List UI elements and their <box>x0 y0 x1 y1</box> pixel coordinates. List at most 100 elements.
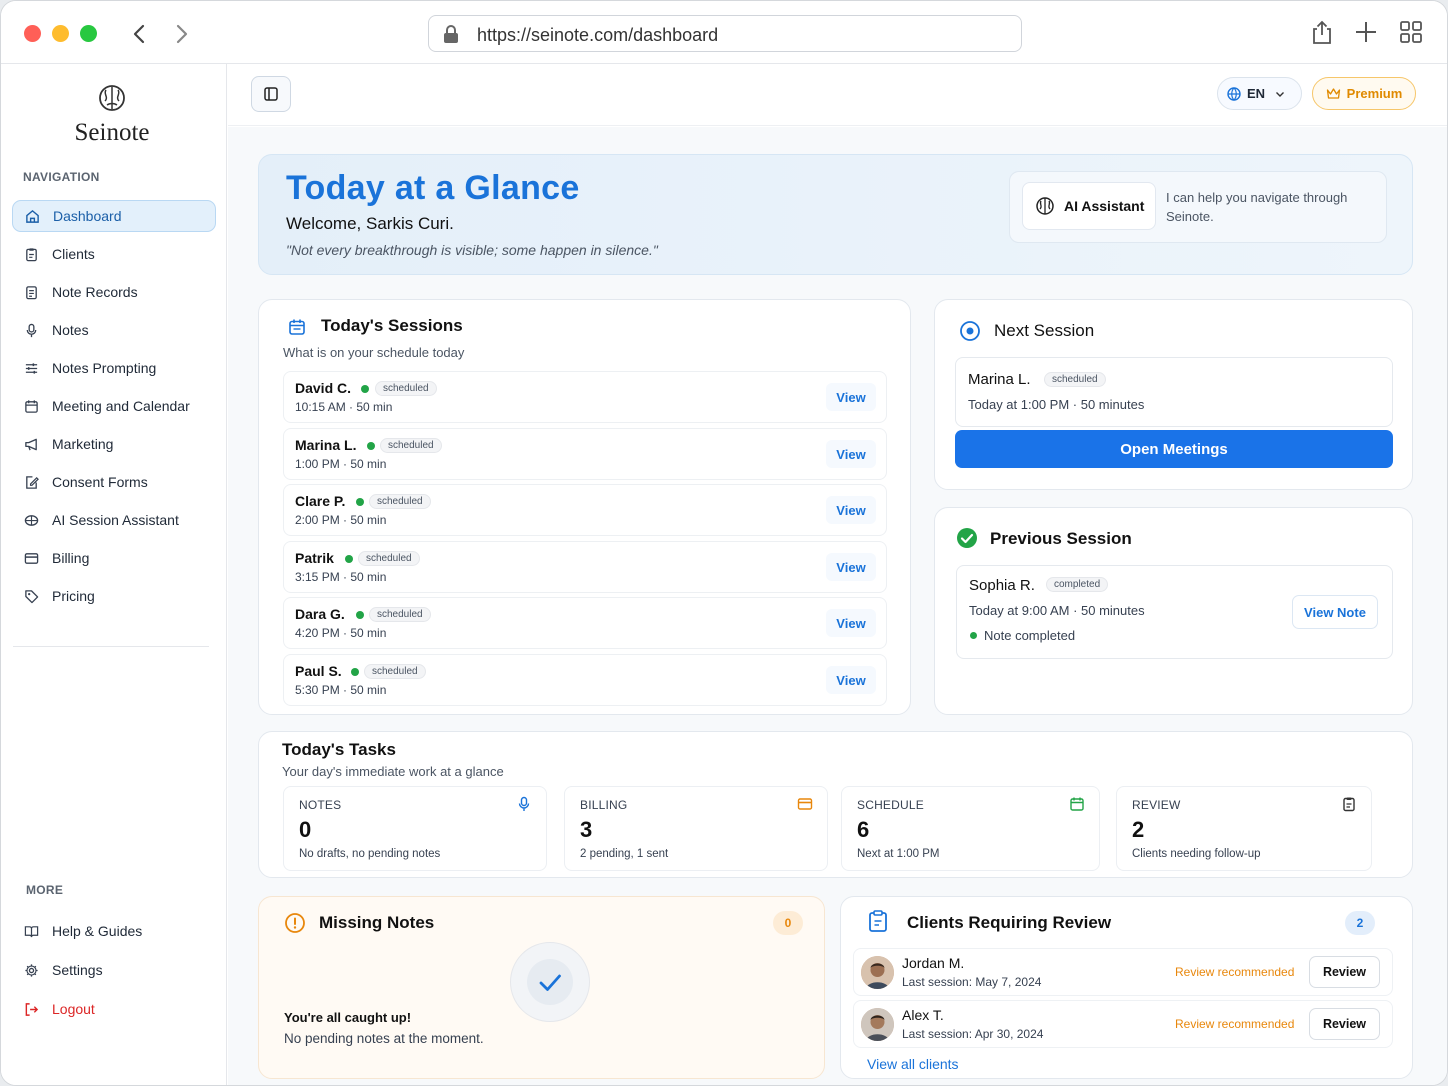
avatar <box>861 1008 894 1041</box>
sidebar-item-meeting-and-calendar[interactable]: Meeting and Calendar <box>12 390 216 422</box>
sidebar-item-consent-forms[interactable]: Consent Forms <box>12 466 216 498</box>
view-note-button[interactable]: View Note <box>1292 595 1378 629</box>
share-icon[interactable] <box>1309 19 1335 45</box>
session-row[interactable]: Dara G. scheduled 4:20 PM · 50 min View <box>283 597 887 649</box>
language-selector[interactable]: EN <box>1217 77 1302 110</box>
sidebar-item-notes-prompting[interactable]: Notes Prompting <box>12 352 216 384</box>
sidebar-item-pricing[interactable]: Pricing <box>12 580 216 612</box>
hero-banner: Today at a Glance Welcome, Sarkis Curi. … <box>258 154 1413 275</box>
next-session-card: Next Session Marina L. scheduled Today a… <box>934 299 1413 490</box>
status-dot <box>351 668 359 676</box>
more-section-label: MORE <box>26 883 64 897</box>
view-session-button[interactable]: View <box>826 553 876 581</box>
open-meetings-button[interactable]: Open Meetings <box>955 430 1393 468</box>
credit-card-icon <box>797 798 813 810</box>
brand-name: Seinote <box>74 119 150 146</box>
view-session-button[interactable]: View <box>826 440 876 468</box>
no-pending-notes-text: No pending notes at the moment. <box>284 1031 484 1046</box>
sidebar-item-label: Marketing <box>52 436 114 452</box>
status-badge: scheduled <box>375 381 437 396</box>
maximize-window-button[interactable] <box>80 25 97 42</box>
app-header: EN Premium <box>228 64 1447 126</box>
last-session-text: Last session: May 7, 2024 <box>902 975 1042 989</box>
url-text[interactable]: https://seinote.com/dashboard <box>477 25 718 46</box>
view-session-button[interactable]: View <box>826 609 876 637</box>
lock-icon <box>444 25 458 43</box>
minimize-window-button[interactable] <box>52 25 69 42</box>
sidebar-item-label: Notes Prompting <box>52 360 157 376</box>
review-button[interactable]: Review <box>1309 1008 1380 1040</box>
session-time: 2:00 PM · 50 min <box>295 513 387 527</box>
globe-icon <box>1227 86 1241 101</box>
check-badge <box>510 942 590 1022</box>
view-session-button[interactable]: View <box>826 666 876 694</box>
forward-arrow-icon[interactable] <box>174 23 190 45</box>
previous-session-title: Previous Session <box>990 529 1132 548</box>
task-description: Next at 1:00 PM <box>857 848 940 860</box>
task-card-notes[interactable]: NOTES 0 No drafts, no pending notes <box>283 786 547 871</box>
client-review-row[interactable]: Jordan M. Last session: May 7, 2024 Revi… <box>853 948 1393 996</box>
client-review-row[interactable]: Alex T. Last session: Apr 30, 2024 Revie… <box>853 1000 1393 1048</box>
ai-assistant-panel: AI Assistant I can help you navigate thr… <box>1009 171 1387 243</box>
task-card-billing[interactable]: BILLING 3 2 pending, 1 sent <box>564 786 828 871</box>
sidebar-item-billing[interactable]: Billing <box>12 542 216 574</box>
review-button[interactable]: Review <box>1309 956 1380 988</box>
ai-assistant-button[interactable]: AI Assistant <box>1022 182 1156 230</box>
view-session-button[interactable]: View <box>826 383 876 411</box>
sidebar-item-label: Help & Guides <box>52 923 143 939</box>
next-session-title: Next Session <box>994 321 1095 340</box>
session-time: 3:15 PM · 50 min <box>295 570 387 584</box>
tab-overview-icon[interactable] <box>1398 19 1424 45</box>
clients-review-title: Clients Requiring Review <box>907 913 1112 932</box>
session-row[interactable]: Clare P. scheduled 2:00 PM · 50 min View <box>283 484 887 536</box>
status-dot <box>361 385 369 393</box>
status-dot <box>345 555 353 563</box>
language-label: EN <box>1246 86 1266 101</box>
sessions-title: Today's Sessions <box>321 316 463 335</box>
clipboard-icon <box>26 247 37 261</box>
session-row[interactable]: Patrik scheduled 3:15 PM · 50 min View <box>283 541 887 593</box>
ai-assistant-text: I can help you navigate through Seinote. <box>1166 190 1348 224</box>
client-name: Jordan M. <box>902 955 965 971</box>
previous-session-time: Today at 9:00 AM · 50 minutes <box>969 603 1145 618</box>
sidebar-item-logout[interactable]: Logout <box>12 993 216 1025</box>
task-card-review[interactable]: REVIEW 2 Clients needing follow-up <box>1116 786 1372 871</box>
task-value: 0 <box>299 817 312 842</box>
session-row[interactable]: Marina L. scheduled 1:00 PM · 50 min Vie… <box>283 428 887 480</box>
view-all-clients-link[interactable]: View all clients <box>867 1056 959 1072</box>
back-arrow-icon[interactable] <box>131 23 147 45</box>
sidebar-item-clients[interactable]: Clients <box>12 238 216 270</box>
close-window-button[interactable] <box>24 25 41 42</box>
missing-notes-card: Missing Notes 0 You're all caught up! No… <box>258 896 825 1079</box>
target-icon <box>960 321 980 341</box>
sidebar-item-notes[interactable]: Notes <box>12 314 216 346</box>
sidebar-item-label: Dashboard <box>53 208 122 224</box>
sidebar-item-label: Logout <box>52 1001 95 1017</box>
sidebar-item-help-guides[interactable]: Help & Guides <box>12 915 216 947</box>
new-tab-plus-icon[interactable] <box>1353 19 1379 45</box>
view-session-button[interactable]: View <box>826 496 876 524</box>
sidebar-item-settings[interactable]: Settings <box>12 954 216 986</box>
sidebar-item-marketing[interactable]: Marketing <box>12 428 216 460</box>
session-row[interactable]: Paul S. scheduled 5:30 PM · 50 min View <box>283 654 887 706</box>
sidebar-toggle-button[interactable] <box>251 76 291 112</box>
calendar-icon <box>1070 797 1084 811</box>
task-card-schedule[interactable]: SCHEDULE 6 Next at 1:00 PM <box>841 786 1100 871</box>
tag-icon <box>25 589 39 603</box>
sidebar-item-ai-session-assistant[interactable]: AI Session Assistant <box>12 504 216 536</box>
chevron-down-icon <box>1276 91 1285 97</box>
session-client-name: Paul S. <box>295 663 342 679</box>
status-dot <box>970 632 977 639</box>
calendar-icon <box>289 319 305 335</box>
sidebar-item-dashboard[interactable]: Dashboard <box>12 200 216 232</box>
session-row[interactable]: David C. scheduled 10:15 AM · 50 min Vie… <box>283 371 887 423</box>
task-value: 2 <box>1132 817 1145 842</box>
session-time: 1:00 PM · 50 min <box>295 457 387 471</box>
logo[interactable]: Seinote <box>1 84 223 147</box>
premium-button[interactable]: Premium <box>1312 77 1416 110</box>
address-bar[interactable]: https://seinote.com/dashboard <box>428 15 1022 52</box>
logout-icon <box>25 1002 39 1016</box>
clipboard-icon <box>1343 797 1355 812</box>
status-badge: scheduled <box>1044 372 1106 387</box>
sidebar-item-note-records[interactable]: Note Records <box>12 276 216 308</box>
